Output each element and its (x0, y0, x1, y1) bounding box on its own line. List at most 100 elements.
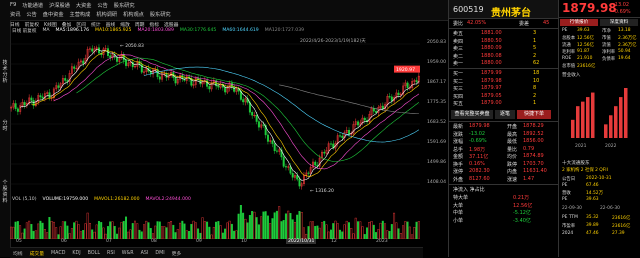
side-tab-intraday[interactable]: 分时 (1, 120, 9, 132)
indicator-tab[interactable]: KDJ (72, 251, 80, 256)
stat-label: 最新 (453, 124, 464, 130)
volume-bar (390, 224, 393, 239)
side-tab-technical[interactable]: 技术分析 (1, 60, 9, 84)
toolbar-item[interactable]: 缩放 (120, 21, 130, 28)
indicator-tab[interactable]: W&R (122, 251, 134, 256)
ask-price: 1880.50 (481, 37, 502, 44)
indicator-tab[interactable]: ASI (141, 251, 149, 256)
candle-body (415, 80, 418, 83)
info-tab[interactable]: 深度资料 (600, 19, 638, 26)
quote-button[interactable]: 快捷下单 (517, 110, 551, 119)
quote-button[interactable]: 逐笔 (495, 110, 515, 119)
menu-item[interactable]: F9 (10, 2, 16, 9)
quote-panel: 600519 贵州茅台 委比 42.05% 委差 45 卖五 1881.00 3 卖四 1880… (448, 0, 559, 257)
indicator-tab[interactable]: DMI (155, 251, 164, 256)
volume-chart[interactable] (10, 205, 420, 239)
menu-item[interactable]: 公告 (97, 2, 107, 9)
flow-row: 小单 -3.40亿 (453, 217, 557, 225)
candle-body (255, 115, 258, 122)
volume-bar (147, 222, 150, 239)
toolbar-item[interactable]: 画线 (106, 21, 116, 28)
stat-value: -0.69% (469, 138, 487, 144)
valuation-label: PE TTM (562, 215, 578, 220)
volume-bar (311, 221, 314, 239)
volume-bar (350, 228, 353, 239)
indicator-tab[interactable]: 更多 (172, 250, 182, 257)
volume-bar (239, 205, 242, 239)
volume-bar (260, 216, 263, 239)
valuation-row: 市盈率 39.89 23616亿 (562, 223, 640, 230)
indicator-tab[interactable]: BOLL (88, 251, 100, 256)
side-tab-profile[interactable]: 个股资料 (1, 180, 9, 204)
wei-bi-row: 委比 42.05% 委差 45 (453, 20, 557, 28)
toolbar-item[interactable]: 周期 (135, 21, 145, 28)
candle-body (339, 135, 342, 137)
quote-button[interactable]: 查看完整买卖盘 (451, 110, 493, 119)
menu-item[interactable]: 机构观点 (123, 11, 144, 18)
info-tab[interactable]: 行情报价 (560, 19, 598, 26)
candlestick-chart[interactable]: ← 2050.83 ← 1316.20 1920.97 (10, 36, 420, 196)
stat-label: 内盘 (507, 169, 518, 175)
volume-bar (52, 221, 55, 239)
volume-bar (10, 226, 13, 239)
valuation-row: PE TTM 35.32 23616亿 (562, 215, 640, 222)
high-price-label: ← 2050.83 (120, 43, 144, 49)
toolbar-item[interactable]: 区间 (76, 21, 86, 28)
label: 卖四 (453, 38, 464, 45)
fund-value: 91.87 (577, 49, 590, 54)
menu-item[interactable]: 沪深股通 (49, 2, 70, 9)
volume-bar (296, 214, 299, 239)
volume-bar (381, 220, 384, 239)
menu-item[interactable]: 机构调研 (96, 11, 117, 18)
volume-bar (323, 220, 326, 239)
menu-item[interactable]: 主营构成 (70, 11, 91, 18)
indicator-tab[interactable]: 均线 (13, 250, 23, 257)
candle-body (406, 82, 409, 89)
menu-item[interactable]: 公告 (26, 11, 36, 18)
holders-summary: 2 家机构 2 社保 2 QFII (562, 168, 608, 173)
menu-item[interactable]: 股东研究 (150, 11, 171, 18)
fund-value: 12.56亿 (577, 43, 594, 48)
toolbar-item[interactable]: 叠加 (62, 21, 72, 28)
volume-bar (16, 221, 19, 239)
volume-bar (341, 231, 344, 239)
menu-item[interactable]: 功能通道 (22, 2, 43, 9)
volume-bar (194, 222, 197, 239)
volume-bar (212, 226, 215, 239)
volume-bar (230, 223, 233, 239)
volume-bar (14, 221, 17, 239)
volume-bar (336, 223, 339, 239)
toolbar-item[interactable]: 日线 (10, 21, 20, 28)
stat-value: 1703.70 (523, 160, 544, 167)
indicator-tab[interactable]: RSI (107, 251, 115, 256)
volume-bar (30, 223, 33, 239)
toolbar-item[interactable]: 统计 (91, 21, 101, 28)
fund-label: 负债率 (602, 57, 616, 62)
volume-bar (176, 229, 179, 239)
toolbar-item[interactable]: 选股器 (164, 21, 178, 28)
toolbar-item[interactable]: 指标 (149, 21, 159, 28)
indicator-tab[interactable]: MACD (51, 251, 65, 256)
volume-bar (384, 223, 387, 239)
menu-item[interactable]: 盘中资金 (43, 11, 64, 18)
candle-body (73, 66, 76, 69)
menu-item[interactable]: 资讯 (10, 11, 20, 18)
axis-tick-label: 1591.69 (427, 140, 446, 145)
indicator-tab[interactable]: 成交量 (30, 250, 44, 257)
volume-bar (102, 227, 105, 239)
holder-value: 67.46 (586, 183, 599, 188)
volume-bar (109, 221, 112, 239)
revenue-bar (576, 106, 580, 138)
toolbar-item[interactable]: K线图 (44, 21, 57, 28)
axis-tick-label: 1867.17 (427, 80, 446, 85)
fund-label: 净利率 (602, 50, 616, 55)
menu-item[interactable]: 大资金 (76, 2, 92, 9)
stat-row: 外盘 8127.60 涨速 1.47 (453, 176, 557, 184)
menu-item[interactable]: 股东研究 (114, 2, 135, 9)
holder-label: 公告日 (562, 177, 576, 182)
volume-bar (48, 217, 51, 239)
toolbar-item[interactable]: 前复权 (25, 21, 39, 28)
volume-bar (19, 225, 22, 239)
volume-legend-item: MAVOL2:24944.000 (145, 197, 191, 202)
flow-header: 净流入 净占比 (453, 187, 485, 193)
